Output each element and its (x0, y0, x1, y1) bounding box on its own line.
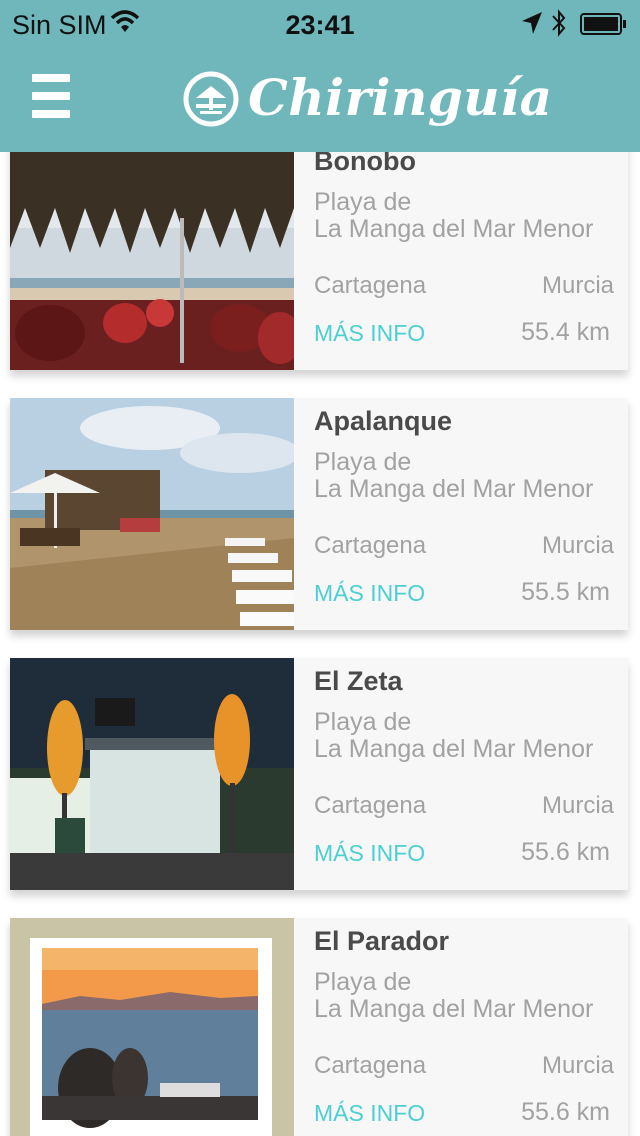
chiringuito-list: Bonobo Playa de La Manga del Mar Menor C… (0, 152, 640, 1136)
item-distance: 55.5 km (521, 578, 610, 606)
item-region: Murcia (541, 272, 614, 299)
item-region: Murcia (541, 532, 614, 559)
battery-icon (580, 13, 626, 35)
chiringuito-photo (10, 152, 294, 370)
item-city: Cartagena (314, 532, 427, 559)
list-item[interactable]: Bonobo Playa de La Manga del Mar Menor C… (10, 152, 628, 370)
item-address-line2: La Manga del Mar Menor (314, 735, 594, 763)
beach-umbrella-logo-icon (183, 71, 239, 127)
chiringuito-photo (10, 398, 294, 630)
item-address-line2: La Manga del Mar Menor (314, 215, 594, 243)
menu-bar (32, 110, 70, 118)
more-info-link[interactable]: MÁS INFO (314, 320, 425, 347)
item-address-line1: Playa de (314, 708, 412, 736)
chiringuito-photo (10, 918, 294, 1136)
app-title: Chiringuía (248, 68, 553, 127)
menu-button[interactable] (32, 72, 70, 120)
item-distance: 55.6 km (521, 1098, 610, 1126)
item-name: El Parador (314, 926, 450, 956)
item-region: Murcia (541, 1052, 614, 1079)
list-item[interactable]: El Zeta Playa de La Manga del Mar Menor … (10, 658, 628, 890)
more-info-link[interactable]: MÁS INFO (314, 1100, 425, 1127)
item-name: El Zeta (314, 666, 403, 696)
item-region: Murcia (541, 792, 614, 819)
status-bar: Sin SIM 23:41 (0, 0, 640, 48)
item-distance: 55.4 km (521, 318, 610, 346)
navigation-bar: Chiringuía (0, 48, 640, 152)
list-item[interactable]: Apalanque Playa de La Manga del Mar Meno… (10, 398, 628, 630)
more-info-link[interactable]: MÁS INFO (314, 580, 425, 607)
item-address-line2: La Manga del Mar Menor (314, 995, 594, 1023)
clock: 23:41 (285, 10, 355, 40)
more-info-link[interactable]: MÁS INFO (314, 840, 425, 867)
item-address-line1: Playa de (314, 188, 412, 216)
item-city: Cartagena (314, 1052, 427, 1079)
list-item[interactable]: El Parador Playa de La Manga del Mar Men… (10, 918, 628, 1136)
item-city: Cartagena (314, 272, 427, 299)
chiringuito-photo (10, 658, 294, 890)
location-arrow-icon (522, 12, 542, 34)
item-address-line1: Playa de (314, 968, 412, 996)
menu-bar (32, 92, 70, 100)
bluetooth-icon (552, 9, 566, 37)
item-address-line1: Playa de (314, 448, 412, 476)
item-address-line2: La Manga del Mar Menor (314, 475, 594, 503)
item-name: Apalanque (314, 406, 453, 436)
item-city: Cartagena (314, 792, 427, 819)
item-name: Bonobo (314, 152, 416, 176)
menu-bar (32, 74, 70, 82)
item-distance: 55.6 km (521, 838, 610, 866)
